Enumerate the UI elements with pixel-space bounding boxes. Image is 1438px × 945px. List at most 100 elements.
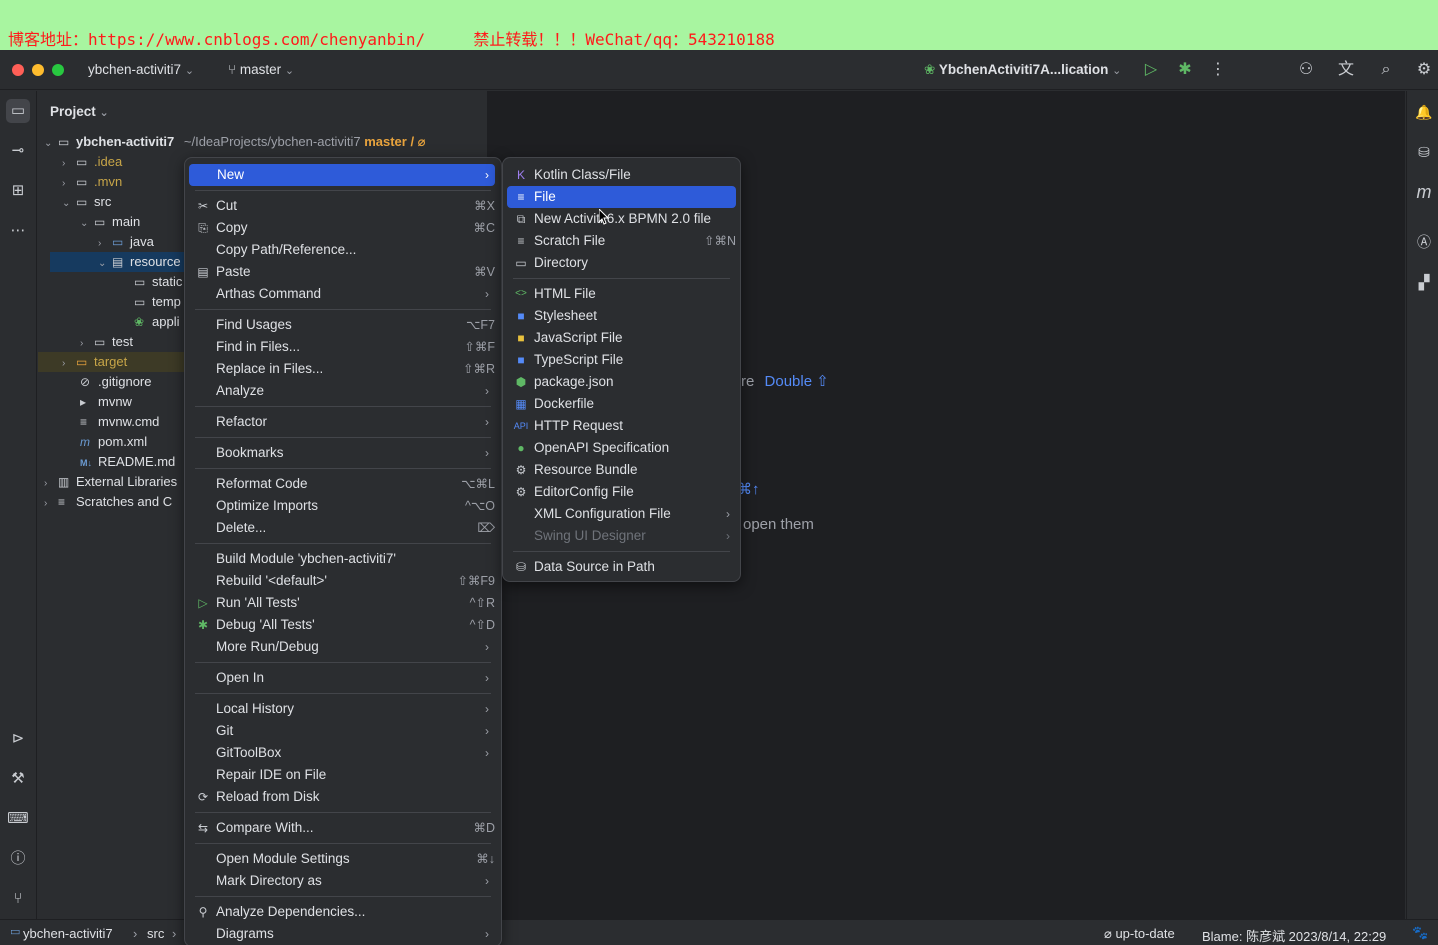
more-tools-icon[interactable]: ⋯ [6, 219, 30, 243]
submenu-item-directory[interactable]: ▭ Directory [507, 252, 736, 274]
menu-item-replace-in-files[interactable]: Replace in Files... ⇧⌘R [189, 358, 495, 380]
run-config-selector[interactable]: ❀ YbchenActiviti7A...lication ⌄ [924, 62, 1121, 78]
menu-item-run-all-tests[interactable]: ▷ Run 'All Tests' ^⇧R [189, 592, 495, 614]
problems-icon[interactable]: ⓘ [6, 847, 30, 871]
tree-item-scratches[interactable]: › ≡ Scratches and C [44, 492, 172, 512]
submenu-item-data-source-in-path[interactable]: ⛁ Data Source in Path [507, 556, 736, 578]
project-panel-title[interactable]: Project ⌄ [50, 104, 109, 119]
menu-item-debug-all-tests[interactable]: ✱ Debug 'All Tests' ^⇧D [189, 614, 495, 636]
tree-item-root[interactable]: ⌄ ▭ ybchen-activiti7 ~/IdeaProjects/ybchen… [44, 132, 426, 152]
menu-item-local-history[interactable]: Local History › [189, 698, 495, 720]
menu-item-find-usages[interactable]: Find Usages ⌥F7 [189, 314, 495, 336]
submenu-item-xml-configuration[interactable]: XML Configuration File › [507, 503, 736, 525]
tree-item-mvnw-cmd[interactable]: ≡ mvnw.cmd [80, 412, 159, 432]
submenu-item-html-file[interactable]: <> HTML File [507, 283, 736, 305]
menu-item-delete[interactable]: Delete... ⌦ [189, 517, 495, 539]
menu-item-gittoolbox[interactable]: GitToolBox › [189, 742, 495, 764]
submenu-item-file[interactable]: ≡ File [507, 186, 736, 208]
menu-item-mark-directory-as[interactable]: Mark Directory as › [189, 870, 495, 892]
terminal-icon[interactable]: ⌨ [6, 807, 30, 831]
submenu-item-kotlin-class[interactable]: K Kotlin Class/File [507, 164, 736, 186]
menu-item-compare-with[interactable]: ⇆ Compare With... ⌘D [189, 817, 495, 839]
tree-item-java[interactable]: › ▭ java [98, 232, 154, 252]
submenu-item-bpmn-file[interactable]: ⧉ New Activiti 6.x BPMN 2.0 file [507, 208, 736, 230]
menu-item-analyze[interactable]: Analyze › [189, 380, 495, 402]
tree-item-resources[interactable]: ⌄ ▤ resource [50, 252, 184, 272]
blame-info[interactable]: Blame: 陈彦斌 2023/8/14, 22:29 [1202, 926, 1386, 945]
tree-item-readme[interactable]: M↓ README.md [80, 452, 175, 472]
menu-item-repair-ide[interactable]: Repair IDE on File [189, 764, 495, 786]
menu-item-new[interactable]: New › [189, 164, 495, 186]
menu-item-git[interactable]: Git › [189, 720, 495, 742]
tree-item-mvnw[interactable]: ▸ mvnw [80, 392, 132, 412]
menu-item-copy-path[interactable]: Copy Path/Reference... [189, 239, 495, 261]
submenu-item-editorconfig[interactable]: ⚙ EditorConfig File [507, 481, 736, 503]
plugin-icon[interactable]: ▞ [1413, 271, 1435, 293]
menu-item-reformat-code[interactable]: Reformat Code ⌥⌘L [189, 473, 495, 495]
tree-item-main[interactable]: ⌄ ▭ main [80, 212, 140, 232]
close-window-button[interactable] [12, 64, 24, 76]
tree-item-templates[interactable]: ▭ temp [134, 292, 181, 312]
menu-item-copy[interactable]: ⎘ Copy ⌘C [189, 217, 495, 239]
branch-selector[interactable]: ⑂ master ⌄ [228, 62, 294, 77]
minimize-window-button[interactable] [32, 64, 44, 76]
menu-item-cut[interactable]: ✂ Cut ⌘X [189, 195, 495, 217]
submenu-item-resource-bundle[interactable]: ⚙ Resource Bundle [507, 459, 736, 481]
menu-item-find-in-files[interactable]: Find in Files... ⇧⌘F [189, 336, 495, 358]
services-icon[interactable]: ⊳ [6, 727, 30, 751]
more-actions-icon[interactable]: ⋮ [1208, 60, 1228, 80]
tree-item-external-libraries[interactable]: › ▥ External Libraries [44, 472, 177, 492]
tree-item-target[interactable]: › ▭ target [38, 352, 184, 372]
menu-item-refactor[interactable]: Refactor › [189, 411, 495, 433]
tree-item-test[interactable]: › ▭ test [80, 332, 133, 352]
menu-item-paste[interactable]: ▤ Paste ⌘V [189, 261, 495, 283]
submenu-item-http-request[interactable]: API HTTP Request [507, 415, 736, 437]
notifications-icon[interactable]: 🔔 [1413, 101, 1435, 123]
submenu-item-dockerfile[interactable]: ▦ Dockerfile [507, 393, 736, 415]
zoom-window-button[interactable] [52, 64, 64, 76]
menu-item-diagrams[interactable]: Diagrams › [189, 923, 495, 945]
debug-icon[interactable]: ✱ [1175, 60, 1195, 80]
structure-icon[interactable]: ⊞ [6, 179, 30, 203]
menu-item-rebuild[interactable]: Rebuild '<default>' ⇧⌘F9 [189, 570, 495, 592]
tree-item-src[interactable]: ⌄ ▭ src [62, 192, 111, 212]
submenu-item-openapi[interactable]: ● OpenAPI Specification [507, 437, 736, 459]
add-user-icon[interactable]: ⚇ [1296, 60, 1316, 80]
menu-item-analyze-dependencies[interactable]: ⚲ Analyze Dependencies... [189, 901, 495, 923]
assistant-icon[interactable]: Ⓐ [1413, 231, 1435, 253]
tree-item-gitignore[interactable]: ⊘ .gitignore [80, 372, 151, 392]
menu-item-open-module-settings[interactable]: Open Module Settings ⌘↓ [189, 848, 495, 870]
git-icon[interactable]: ⑂ [6, 887, 30, 911]
submenu-item-typescript-file[interactable]: ■ TypeScript File [507, 349, 736, 371]
tree-item-application[interactable]: ❀ appli [134, 312, 179, 332]
vcs-status[interactable]: ⌀ up-to-date [1104, 926, 1175, 942]
build-icon[interactable]: ⚒ [6, 767, 30, 791]
menu-item-optimize-imports[interactable]: Optimize Imports ^⌥O [189, 495, 495, 517]
database-icon[interactable]: ⛁ [1413, 141, 1435, 163]
menu-item-bookmarks[interactable]: Bookmarks › [189, 442, 495, 464]
run-icon[interactable]: ▷ [1141, 60, 1161, 80]
search-icon[interactable]: ⌕ [1376, 60, 1396, 80]
menu-item-build-module[interactable]: Build Module 'ybchen-activiti7' [189, 548, 495, 570]
tree-item-pom[interactable]: m pom.xml [80, 432, 147, 452]
project-folder-icon[interactable]: ▭ [6, 99, 30, 123]
translate-icon[interactable]: 文 [1336, 60, 1356, 80]
settings-icon[interactable]: ⚙ [1414, 60, 1434, 80]
menu-item-arthas[interactable]: Arthas Command › [189, 283, 495, 305]
menu-item-reload-from-disk[interactable]: ⟳ Reload from Disk [189, 786, 495, 808]
breadcrumb-src[interactable]: src [147, 926, 164, 941]
tree-item-idea[interactable]: › ▭ .idea [62, 152, 122, 172]
pet-icon[interactable]: 🐾 [1412, 925, 1428, 941]
project-selector[interactable]: ybchen-activiti7 ⌄ [88, 62, 194, 77]
maven-icon[interactable]: m [1413, 181, 1435, 203]
tree-item-static[interactable]: ▭ static [134, 272, 182, 292]
breadcrumb-project[interactable]: ybchen-activiti7 [23, 926, 113, 941]
tree-item-mvn[interactable]: › ▭ .mvn [62, 172, 122, 192]
submenu-item-stylesheet[interactable]: ■ Stylesheet [507, 305, 736, 327]
submenu-item-package-json[interactable]: ⬢ package.json [507, 371, 736, 393]
menu-item-more-run-debug[interactable]: More Run/Debug › [189, 636, 495, 658]
submenu-item-scratch-file[interactable]: ≡ Scratch File ⇧⌘N [507, 230, 736, 252]
commit-icon[interactable]: ⊸ [6, 139, 30, 163]
menu-item-open-in[interactable]: Open In › [189, 667, 495, 689]
submenu-item-javascript-file[interactable]: ■ JavaScript File [507, 327, 736, 349]
